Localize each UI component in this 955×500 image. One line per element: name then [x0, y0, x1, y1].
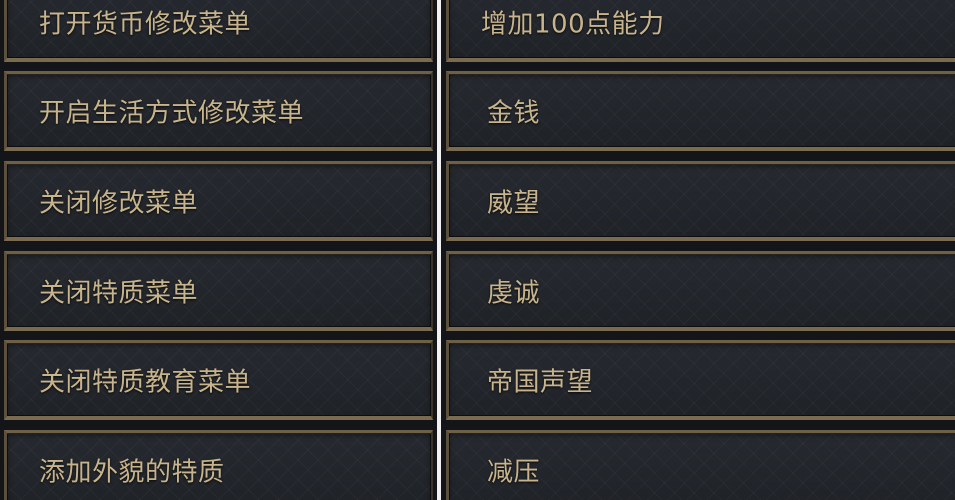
menu-item-imperial-prestige[interactable]: 帝国声望 — [446, 340, 955, 420]
menu-item-close-trait-education-menu[interactable]: 关闭特质教育菜单 — [4, 340, 433, 420]
menu-item-close-traits-menu[interactable]: 关闭特质菜单 — [4, 251, 433, 331]
menu-item-add-100-skill-points[interactable]: 增加100点能力 — [446, 0, 955, 62]
menu-item-close-modify-menu[interactable]: 关闭修改菜单 — [4, 161, 433, 241]
menu-item-label: 关闭修改菜单 — [39, 188, 199, 218]
menu-item-open-lifestyle-modify-menu[interactable]: 开启生活方式修改菜单 — [4, 71, 433, 151]
menu-item-piety[interactable]: 虔诚 — [446, 251, 955, 331]
menu-item-label: 关闭特质菜单 — [39, 278, 199, 308]
menu-item-reduce-stress[interactable]: 减压 — [446, 430, 955, 500]
cheat-menu-screen: 打开货币修改菜单 开启生活方式修改菜单 关闭修改菜单 关闭特质菜单 关闭特质教育… — [0, 0, 955, 500]
left-menu-column: 打开货币修改菜单 开启生活方式修改菜单 关闭修改菜单 关闭特质菜单 关闭特质教育… — [0, 0, 437, 500]
menu-item-gold[interactable]: 金钱 — [446, 71, 955, 151]
menu-item-label: 增加100点能力 — [481, 9, 665, 39]
menu-item-label: 减压 — [487, 457, 541, 487]
menu-item-label: 开启生活方式修改菜单 — [39, 98, 305, 128]
menu-item-label: 威望 — [487, 188, 541, 218]
menu-item-label: 添加外貌的特质 — [39, 457, 225, 487]
menu-item-label: 关闭特质教育菜单 — [39, 367, 252, 397]
menu-item-prestige[interactable]: 威望 — [446, 161, 955, 241]
menu-item-label: 金钱 — [487, 98, 541, 128]
menu-item-open-currency-modify-menu[interactable]: 打开货币修改菜单 — [4, 0, 433, 62]
menu-item-add-appearance-trait[interactable]: 添加外貌的特质 — [4, 430, 433, 500]
menu-item-label: 打开货币修改菜单 — [39, 9, 252, 39]
menu-item-label: 帝国声望 — [487, 367, 594, 397]
right-menu-column: 增加100点能力 金钱 威望 虔诚 帝国声望 减压 — [441, 0, 955, 500]
menu-item-label: 虔诚 — [487, 278, 541, 308]
